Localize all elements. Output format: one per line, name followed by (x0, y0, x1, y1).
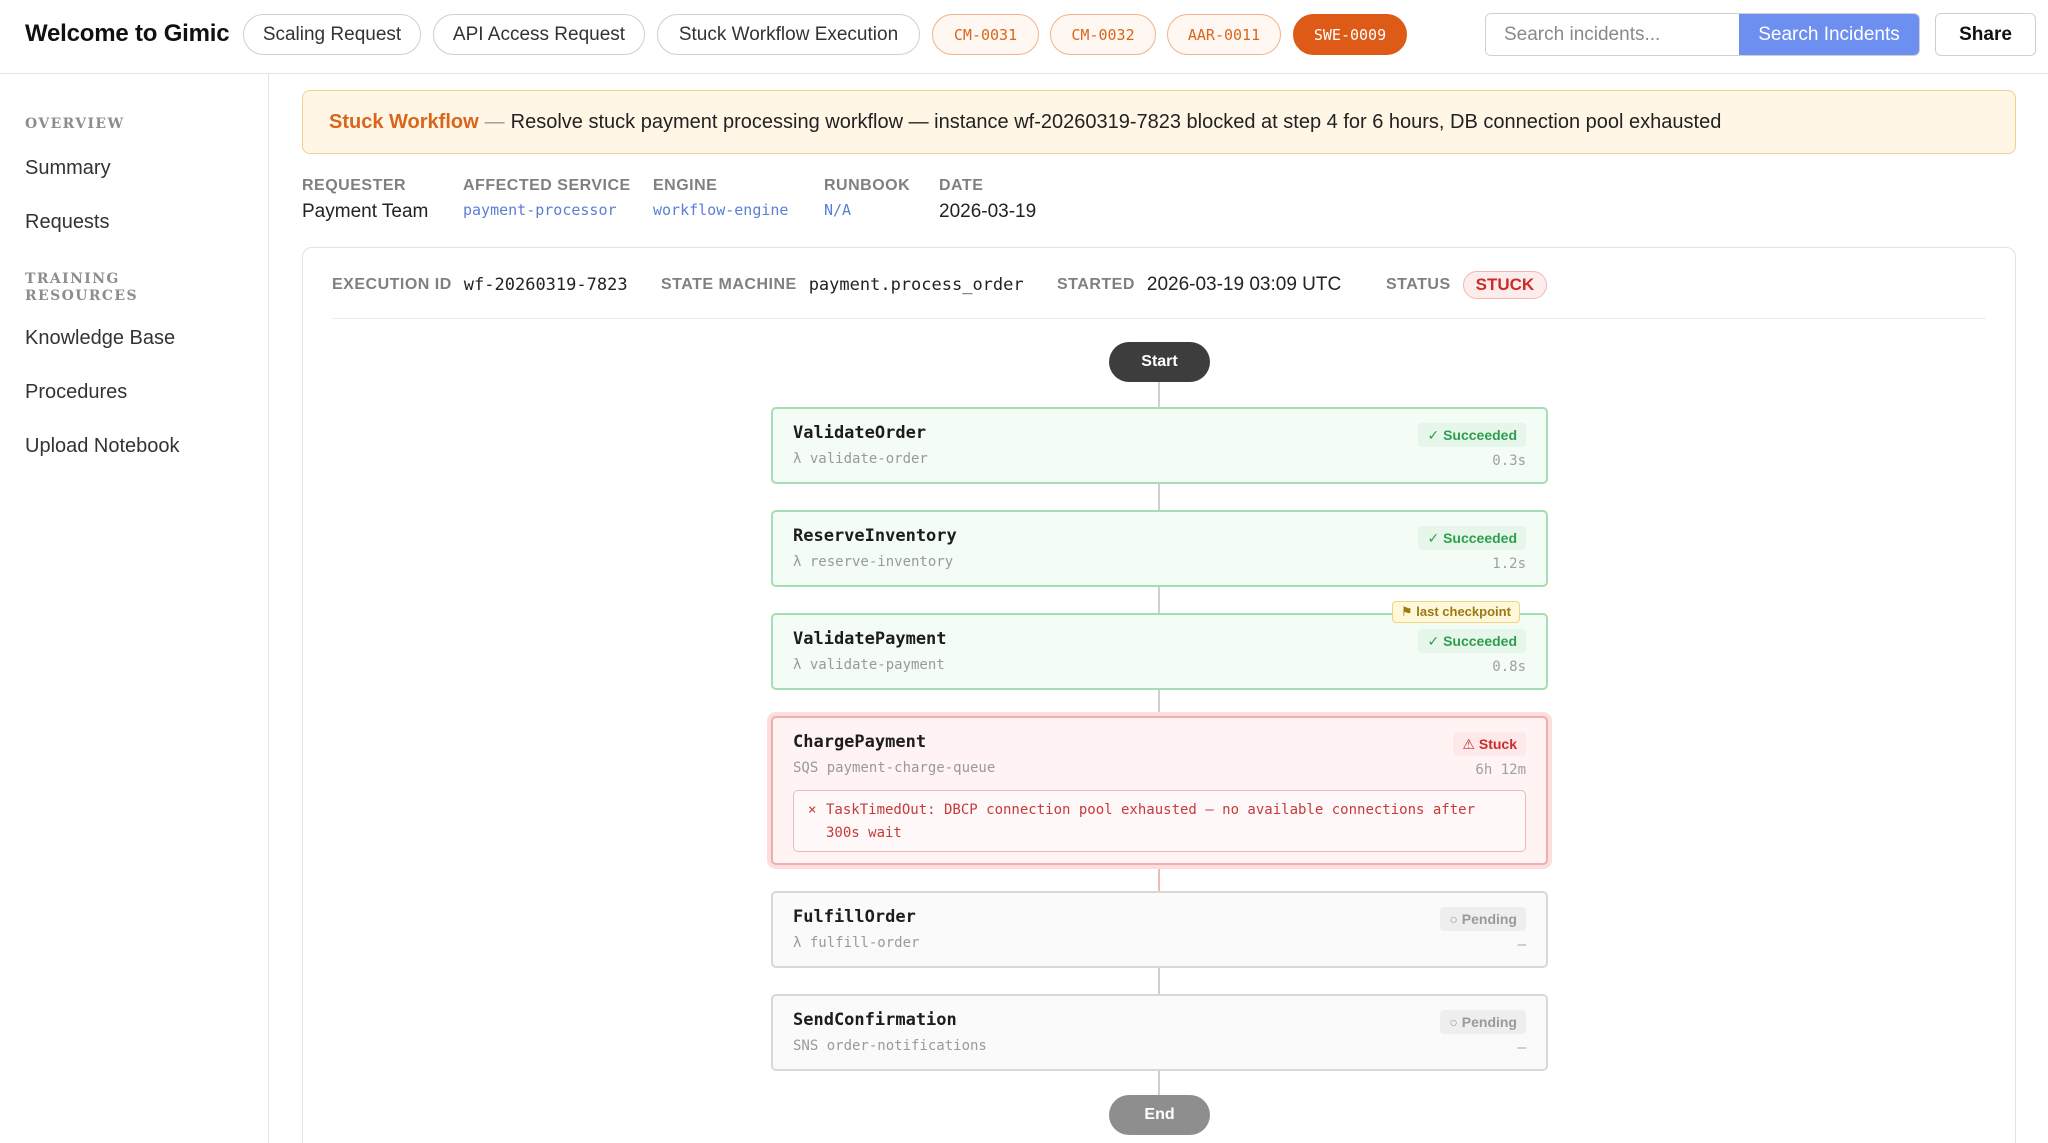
flow-connector (1158, 1071, 1160, 1097)
meta-label: RUNBOOK (824, 177, 911, 194)
meta-date: DATE 2026-03-19 (939, 177, 1036, 223)
sidebar-section-overview: OVERVIEW (25, 116, 125, 132)
succeeded-badge: ✓ Succeeded (1418, 526, 1526, 550)
search-incidents-button[interactable]: Search Incidents (1739, 14, 1919, 55)
meta-engine: ENGINE workflow-engine (653, 177, 788, 219)
flow-end-node: End (1109, 1095, 1210, 1135)
step-resource: λ reserve-inventory (793, 554, 954, 570)
step-send-confirmation[interactable]: SendConfirmation SNS order-notifications… (771, 994, 1548, 1071)
started-value: 2026-03-19 03:09 UTC (1146, 274, 1342, 295)
step-name: ReserveInventory (793, 526, 957, 546)
incident-cm-0031[interactable]: CM-0031 (932, 14, 1039, 55)
sidebar-item-knowledge-base[interactable]: Knowledge Base (25, 327, 175, 350)
step-duration: 1.2s (1492, 556, 1526, 572)
sidebar-item-summary[interactable]: Summary (25, 157, 111, 180)
step-duration: 6h 12m (1475, 762, 1526, 778)
sidebar-section-training-resources: TRAINING RESOURCES (25, 271, 138, 304)
step-name: SendConfirmation (793, 1010, 957, 1030)
pending-badge: ○ Pending (1440, 1010, 1526, 1034)
top-header: Welcome to Gimic Scaling Request API Acc… (0, 0, 2048, 74)
succeeded-badge: ✓ Succeeded (1418, 629, 1526, 653)
flow-connector (1158, 381, 1160, 407)
step-duration: — (1517, 937, 1526, 953)
search-input[interactable] (1486, 14, 1739, 55)
banner-label: Stuck Workflow (329, 110, 479, 133)
incident-banner: Stuck Workflow — Resolve stuck payment p… (302, 90, 2016, 154)
sidebar: OVERVIEW Summary Requests TRAINING RESOU… (0, 74, 269, 1143)
step-validate-order[interactable]: ValidateOrder λ validate-order ✓ Succeed… (771, 407, 1548, 484)
meta-affected-service: AFFECTED SERVICE payment-processor (463, 177, 631, 219)
step-reserve-inventory[interactable]: ReserveInventory λ reserve-inventory ✓ S… (771, 510, 1548, 587)
share-button[interactable]: Share (1935, 13, 2036, 56)
error-message-box: × TaskTimedOut: DBCP connection pool exh… (793, 790, 1526, 852)
step-name: ChargePayment (793, 732, 927, 752)
flow-connector (1158, 587, 1160, 613)
incident-aar-0011[interactable]: AAR-0011 (1167, 14, 1281, 55)
meta-label: ENGINE (653, 177, 718, 194)
step-duration: — (1517, 1040, 1526, 1056)
banner-description: Resolve stuck payment processing workflo… (510, 110, 1722, 133)
last-checkpoint-badge: ⚑ last checkpoint (1392, 601, 1520, 623)
status-badge: STUCK (1462, 271, 1548, 299)
state-machine: STATE MACHINE payment.process_order (661, 273, 1024, 297)
step-resource: SNS order-notifications (793, 1038, 987, 1054)
meta-value: Payment Team (302, 201, 429, 222)
runbook-link[interactable]: N/A (824, 201, 910, 219)
step-duration: 0.8s (1492, 659, 1526, 675)
meta-runbook: RUNBOOK N/A (824, 177, 910, 219)
panel-divider (332, 318, 1986, 319)
step-resource: λ validate-payment (793, 657, 945, 673)
search-bar: Search Incidents (1485, 13, 1920, 56)
state-machine-value: payment.process_order (808, 275, 1024, 295)
meta-label: DATE (939, 177, 984, 194)
step-duration: 0.3s (1492, 453, 1526, 469)
pending-badge: ○ Pending (1440, 907, 1526, 931)
step-name: ValidatePayment (793, 629, 947, 649)
meta-label: AFFECTED SERVICE (463, 177, 631, 194)
step-fulfill-order[interactable]: FulfillOrder λ fulfill-order ○ Pending — (771, 891, 1548, 968)
execution-id-label: EXECUTION ID (332, 276, 452, 293)
app-title: Welcome to Gimic (25, 20, 230, 47)
engine-link[interactable]: workflow-engine (653, 201, 788, 219)
tab-stuck-workflow-execution[interactable]: Stuck Workflow Execution (657, 14, 920, 55)
sidebar-item-requests[interactable]: Requests (25, 211, 110, 234)
sidebar-item-procedures[interactable]: Procedures (25, 381, 127, 404)
incident-swe-0009[interactable]: SWE-0009 (1293, 14, 1407, 55)
flow-connector (1158, 865, 1160, 891)
step-resource: λ validate-order (793, 451, 928, 467)
step-validate-payment[interactable]: ValidatePayment λ validate-payment ✓ Suc… (771, 613, 1548, 690)
banner-separator: — (484, 110, 505, 133)
step-resource: λ fulfill-order (793, 935, 920, 951)
flow-connector (1158, 690, 1160, 716)
incident-cm-0032[interactable]: CM-0032 (1050, 14, 1156, 55)
sidebar-item-upload-notebook[interactable]: Upload Notebook (25, 435, 180, 458)
flow-connector (1158, 968, 1160, 994)
started-label: STARTED (1057, 276, 1135, 293)
execution-id: EXECUTION ID wf-20260319-7823 (332, 273, 628, 297)
step-resource: SQS payment-charge-queue (793, 760, 996, 776)
state-machine-label: STATE MACHINE (661, 276, 797, 293)
meta-label: REQUESTER (302, 177, 407, 194)
status: STATUS STUCK (1386, 271, 1548, 299)
succeeded-badge: ✓ Succeeded (1418, 423, 1526, 447)
affected-service-link[interactable]: payment-processor (463, 201, 631, 219)
stuck-badge: ⚠ Stuck (1453, 732, 1526, 756)
error-message: TaskTimedOut: DBCP connection pool exhau… (826, 802, 1476, 841)
meta-requester: REQUESTER Payment Team (302, 177, 428, 223)
step-name: FulfillOrder (793, 907, 916, 927)
tab-scaling-request[interactable]: Scaling Request (243, 14, 421, 55)
step-name: ValidateOrder (793, 423, 927, 443)
flow-connector (1158, 484, 1160, 510)
error-icon: × (808, 802, 817, 818)
started: STARTED 2026-03-19 03:09 UTC (1057, 273, 1341, 297)
step-charge-payment[interactable]: ChargePayment SQS payment-charge-queue ⚠… (771, 716, 1548, 865)
flow-start-node: Start (1109, 342, 1210, 382)
status-label: STATUS (1386, 276, 1451, 293)
tab-api-access-request[interactable]: API Access Request (433, 14, 645, 55)
meta-value: 2026-03-19 (939, 201, 1037, 222)
execution-id-value: wf-20260319-7823 (463, 275, 628, 295)
